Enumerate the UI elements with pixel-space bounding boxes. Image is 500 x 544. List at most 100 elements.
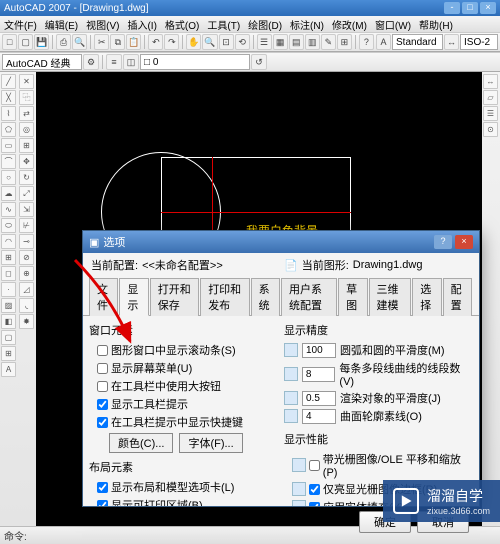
xline-icon[interactable]: ╳ xyxy=(1,90,16,105)
offset-icon[interactable]: ◎ xyxy=(19,122,34,137)
workspace-label[interactable]: AutoCAD 经典 xyxy=(2,54,82,70)
design-center-icon[interactable]: ▦ xyxy=(273,34,288,50)
chk-scrollbars[interactable] xyxy=(97,345,108,356)
zoom-window-icon[interactable]: ⊡ xyxy=(219,34,234,50)
area-icon[interactable]: ▱ xyxy=(483,90,498,105)
block-icon[interactable]: ◻ xyxy=(1,266,16,281)
open-icon[interactable]: ▢ xyxy=(18,34,33,50)
stretch-icon[interactable]: ⇲ xyxy=(19,202,34,217)
text-style-icon[interactable]: A xyxy=(376,34,391,50)
tab-profiles[interactable]: 配置 xyxy=(443,278,472,316)
tab-system[interactable]: 系统 xyxy=(251,278,280,316)
layer-props-icon[interactable]: ≡ xyxy=(106,54,122,70)
chk-tooltips[interactable] xyxy=(97,399,108,410)
tab-3d[interactable]: 三维建模 xyxy=(369,278,412,316)
erase-icon[interactable]: ✕ xyxy=(19,74,34,89)
menu-edit[interactable]: 编辑(E) xyxy=(45,17,78,32)
join-icon[interactable]: ⊕ xyxy=(19,266,34,281)
fonts-button[interactable]: 字体(F)... xyxy=(179,433,242,453)
dim-style-icon[interactable]: ↔ xyxy=(444,34,459,50)
help-icon[interactable]: ? xyxy=(359,34,374,50)
revcloud-icon[interactable]: ☁ xyxy=(1,186,16,201)
arc-smoothness-input[interactable]: 100 xyxy=(302,343,336,358)
tab-plot[interactable]: 打印和发布 xyxy=(200,278,249,316)
dist-icon[interactable]: ↔ xyxy=(483,74,498,89)
tab-draft[interactable]: 草图 xyxy=(338,278,367,316)
tab-file[interactable]: 文件 xyxy=(89,278,118,316)
calc-icon[interactable]: ⊞ xyxy=(337,34,352,50)
paste-icon[interactable]: 📋 xyxy=(126,34,141,50)
render-smooth-input[interactable]: 0.5 xyxy=(302,391,336,406)
menu-dim[interactable]: 标注(N) xyxy=(290,17,324,32)
contour-lines-input[interactable]: 4 xyxy=(302,409,336,424)
menu-insert[interactable]: 插入(I) xyxy=(127,17,156,32)
tab-display[interactable]: 显示 xyxy=(119,278,148,316)
ellipse-icon[interactable]: ⬭ xyxy=(1,218,16,233)
menu-help[interactable]: 帮助(H) xyxy=(419,17,453,32)
gear-icon[interactable]: ⚙ xyxy=(83,54,99,70)
polygon-icon[interactable]: ⬠ xyxy=(1,122,16,137)
chk-shortcuts-in-tips[interactable] xyxy=(97,417,108,428)
list-icon[interactable]: ☰ xyxy=(483,106,498,121)
text-style-select[interactable]: Standard xyxy=(392,34,443,50)
cut-icon[interactable]: ✂ xyxy=(94,34,109,50)
chk-raster-frame[interactable] xyxy=(309,484,320,495)
mirror-icon[interactable]: ⇄ xyxy=(19,106,34,121)
chk-layout-tabs[interactable] xyxy=(97,482,108,493)
explode-icon[interactable]: ✸ xyxy=(19,314,34,329)
menu-tools[interactable]: 工具(T) xyxy=(207,17,240,32)
copy-icon[interactable]: ⧉ xyxy=(110,34,125,50)
close-button[interactable]: × xyxy=(480,2,496,14)
chk-raster-pan[interactable] xyxy=(309,460,320,471)
mtext-icon[interactable]: A xyxy=(1,362,16,377)
arc-icon[interactable]: ⌒ xyxy=(1,154,16,169)
maximize-button[interactable]: □ xyxy=(462,2,478,14)
fillet-icon[interactable]: ◟ xyxy=(19,298,34,313)
id-icon[interactable]: ⊙ xyxy=(483,122,498,137)
ellipse-arc-icon[interactable]: ◠ xyxy=(1,234,16,249)
table-icon[interactable]: ⊞ xyxy=(1,346,16,361)
scale-icon[interactable]: ⤢ xyxy=(19,186,34,201)
menu-view[interactable]: 视图(V) xyxy=(86,17,119,32)
layer-select[interactable]: □ 0 xyxy=(140,54,250,70)
chk-solid-fill[interactable] xyxy=(309,502,320,507)
menu-modify[interactable]: 修改(M) xyxy=(332,17,367,32)
circle-icon[interactable]: ○ xyxy=(1,170,16,185)
chamfer-icon[interactable]: ◿ xyxy=(19,282,34,297)
array-icon[interactable]: ⊞ xyxy=(19,138,34,153)
move-icon[interactable]: ✥ xyxy=(19,154,34,169)
chk-screenmenu[interactable] xyxy=(97,363,108,374)
minimize-button[interactable]: - xyxy=(444,2,460,14)
rotate-icon[interactable]: ↻ xyxy=(19,170,34,185)
zoom-icon[interactable]: 🔍 xyxy=(202,34,217,50)
hatch-icon[interactable]: ▨ xyxy=(1,298,16,313)
save-icon[interactable]: 💾 xyxy=(34,34,49,50)
pline-segs-input[interactable]: 8 xyxy=(302,367,336,382)
break-icon[interactable]: ⊘ xyxy=(19,250,34,265)
tab-select[interactable]: 选择 xyxy=(412,278,441,316)
menu-window[interactable]: 窗口(W) xyxy=(375,17,411,32)
chk-large-buttons[interactable] xyxy=(97,381,108,392)
redo-icon[interactable]: ↷ xyxy=(164,34,179,50)
insert-icon[interactable]: ⊞ xyxy=(1,250,16,265)
tab-open-save[interactable]: 打开和保存 xyxy=(150,278,199,316)
dialog-close-button[interactable]: × xyxy=(455,235,473,249)
menu-draw[interactable]: 绘图(D) xyxy=(248,17,282,32)
sheet-set-icon[interactable]: ▥ xyxy=(305,34,320,50)
rect-icon[interactable]: ▭ xyxy=(1,138,16,153)
line-icon[interactable]: ╱ xyxy=(1,74,16,89)
dialog-help-button[interactable]: ? xyxy=(434,235,452,249)
copy-obj-icon[interactable]: ⿻ xyxy=(19,90,34,105)
chk-printable-area[interactable] xyxy=(97,500,108,507)
colors-button[interactable]: 颜色(C)... xyxy=(109,433,173,453)
markup-icon[interactable]: ✎ xyxy=(321,34,336,50)
preview-icon[interactable]: 🔍 xyxy=(72,34,87,50)
dim-style-select[interactable]: ISO-2 xyxy=(460,34,498,50)
properties-icon[interactable]: ☰ xyxy=(257,34,272,50)
extend-icon[interactable]: ⊸ xyxy=(19,234,34,249)
zoom-prev-icon[interactable]: ⟲ xyxy=(235,34,250,50)
tool-palettes-icon[interactable]: ▤ xyxy=(289,34,304,50)
gradient-icon[interactable]: ◧ xyxy=(1,314,16,329)
menu-format[interactable]: 格式(O) xyxy=(165,17,199,32)
pan-icon[interactable]: ✋ xyxy=(186,34,201,50)
